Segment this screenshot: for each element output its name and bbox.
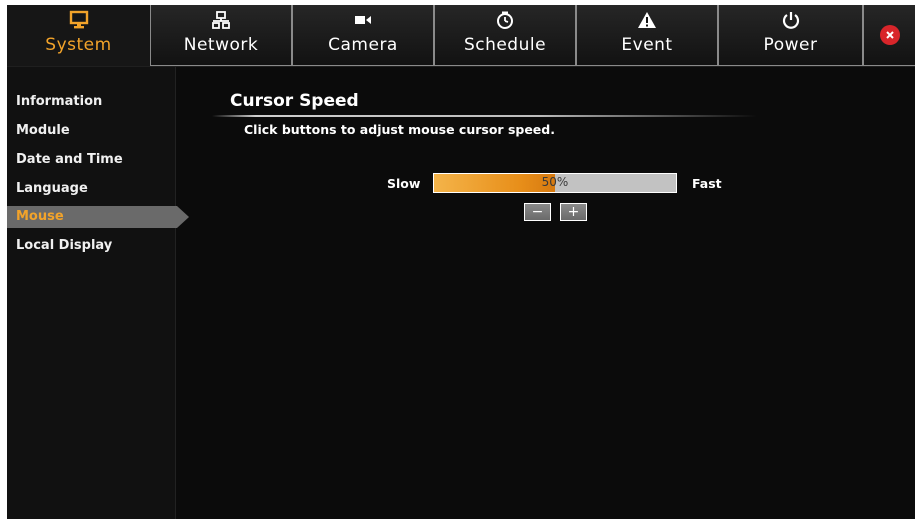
schedule-icon — [435, 10, 575, 30]
camera-icon — [293, 10, 433, 30]
page-title: Cursor Speed — [230, 91, 359, 111]
tab-label: Camera — [328, 35, 398, 55]
tab-event[interactable]: Event — [576, 5, 718, 66]
tab-network[interactable]: Network — [150, 5, 292, 66]
decrease-speed-button[interactable]: − — [524, 203, 551, 221]
power-icon — [719, 10, 862, 30]
increase-speed-button[interactable]: + — [560, 203, 587, 221]
app-screen: System Network Camera Schedule Event Pow… — [7, 5, 915, 519]
tab-label: Network — [183, 35, 259, 55]
tab-label: Event — [621, 35, 673, 55]
tab-schedule[interactable]: Schedule — [434, 5, 576, 66]
monitor-icon — [7, 10, 150, 30]
sidebar-item-local-display[interactable]: Local Display — [7, 235, 175, 257]
warning-icon — [577, 10, 717, 30]
section-description: Click buttons to adjust mouse cursor spe… — [244, 122, 555, 137]
title-divider — [212, 115, 757, 117]
tab-system[interactable]: System — [7, 5, 150, 66]
close-icon[interactable] — [879, 25, 900, 45]
sidebar-item-module[interactable]: Module — [7, 120, 175, 142]
fast-label: Fast — [692, 176, 722, 191]
cursor-speed-bar: 50% — [433, 173, 677, 193]
network-icon — [151, 10, 291, 30]
cursor-speed-value: 50% — [541, 175, 569, 189]
tab-camera[interactable]: Camera — [292, 5, 434, 66]
sidebar-item-information[interactable]: Information — [7, 91, 175, 113]
tab-power[interactable]: Power — [718, 5, 863, 66]
slow-label: Slow — [387, 176, 421, 191]
close-button[interactable] — [863, 5, 915, 66]
tab-label: Power — [763, 35, 818, 55]
top-tab-bar: System Network Camera Schedule Event Pow… — [7, 5, 915, 67]
tab-label: System — [45, 35, 112, 55]
sidebar-item-date-and-time[interactable]: Date and Time — [7, 149, 175, 171]
tab-label: Schedule — [463, 35, 547, 55]
sidebar-item-mouse[interactable]: Mouse — [7, 206, 189, 228]
sidebar-item-language[interactable]: Language — [7, 178, 175, 200]
